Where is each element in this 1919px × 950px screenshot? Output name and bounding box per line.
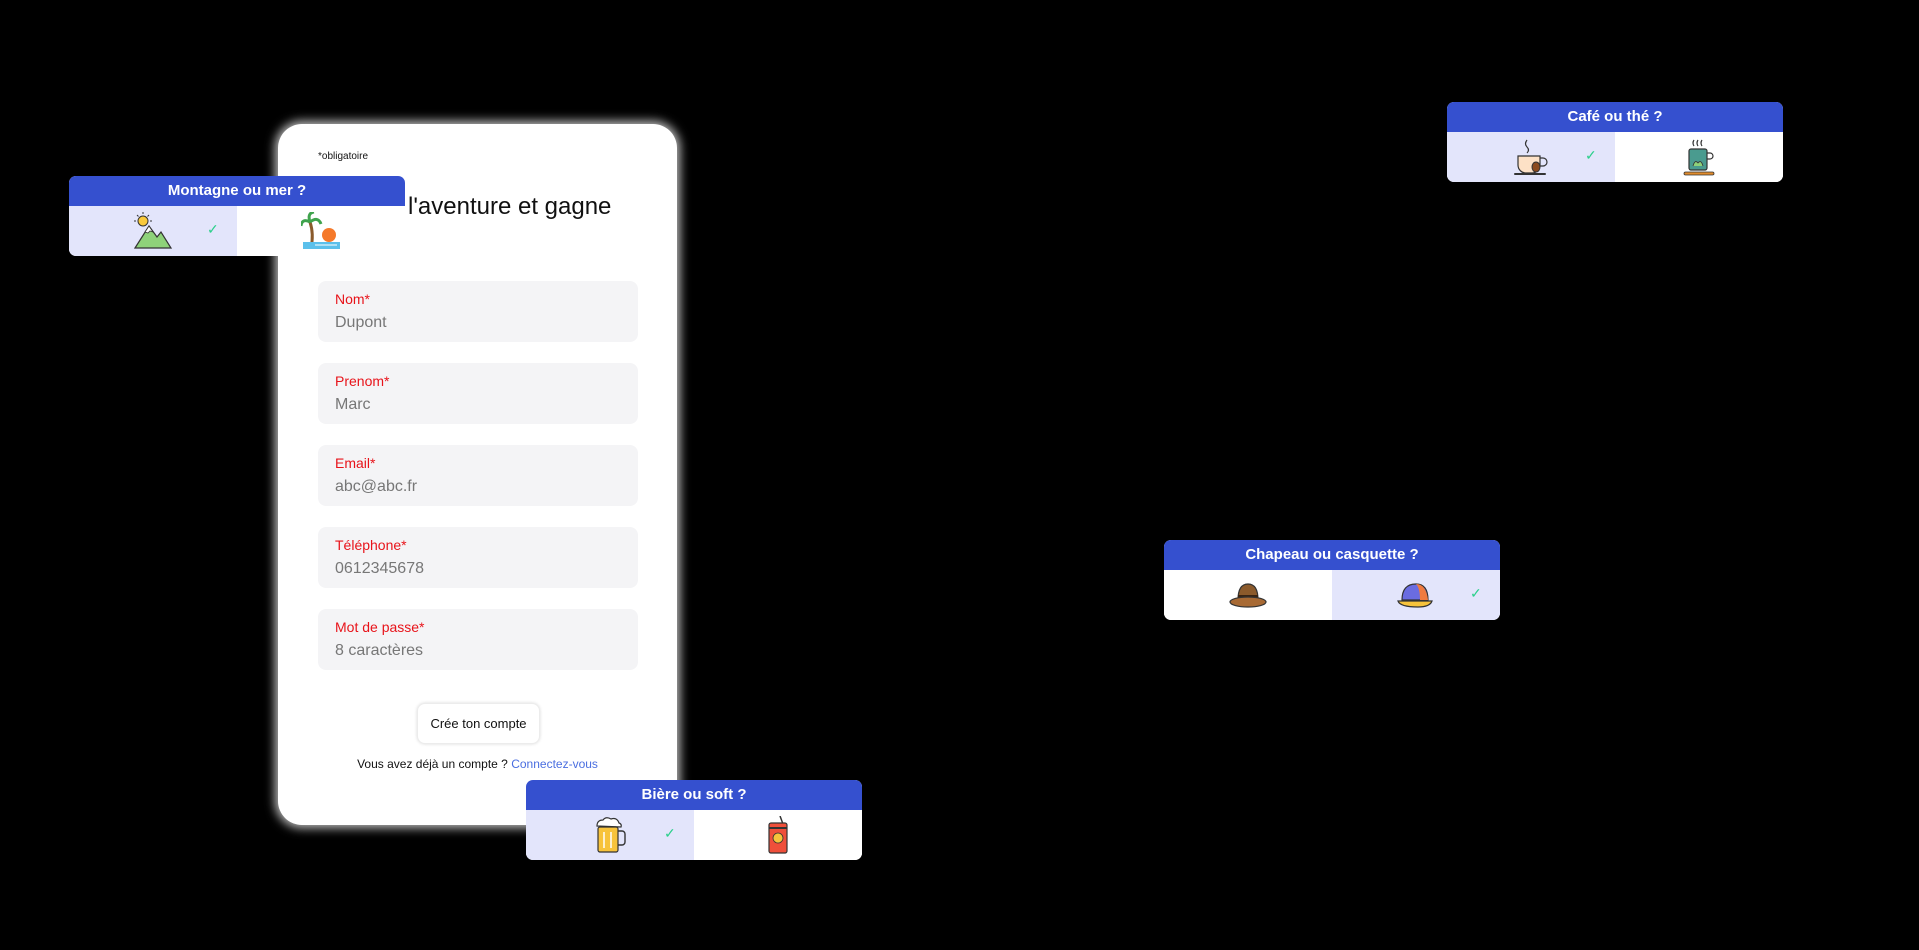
tea-glass-icon: [1683, 139, 1715, 176]
prenom-input[interactable]: [335, 396, 620, 414]
quiz-beer-soft: Bière ou soft ? ✓: [526, 780, 862, 860]
quiz-option-soft[interactable]: [694, 810, 862, 860]
quiz-option-coffee[interactable]: ✓: [1447, 132, 1615, 182]
check-icon: ✓: [207, 221, 219, 237]
email-field[interactable]: Email*: [318, 445, 638, 506]
login-link[interactable]: Connectez-vous: [511, 757, 598, 771]
quiz-option-tea[interactable]: [1615, 132, 1783, 182]
nom-field[interactable]: Nom*: [318, 281, 638, 342]
prenom-label: Prenom*: [335, 373, 390, 389]
quiz-title: Bière ou soft ?: [526, 780, 862, 810]
check-icon: ✓: [664, 825, 676, 841]
soda-can-icon: [768, 816, 788, 854]
nom-label: Nom*: [335, 291, 371, 307]
quiz-option-mountain[interactable]: ✓: [69, 206, 237, 256]
create-account-button[interactable]: Crée ton compte: [417, 703, 540, 744]
required-note: *obligatoire: [318, 151, 369, 162]
quiz-option-sea[interactable]: [237, 206, 405, 256]
palm-beach-icon: [301, 212, 340, 249]
nom-input[interactable]: [335, 314, 620, 332]
telephone-label: Téléphone*: [335, 537, 407, 553]
prenom-field[interactable]: Prenom*: [318, 363, 638, 424]
telephone-input[interactable]: [335, 560, 620, 578]
telephone-field[interactable]: Téléphone*: [318, 527, 638, 588]
password-input[interactable]: [335, 642, 620, 660]
cap-icon: [1397, 583, 1433, 608]
mountain-sun-icon: [133, 212, 173, 249]
quiz-option-beer[interactable]: ✓: [526, 810, 694, 860]
check-icon: ✓: [1585, 147, 1597, 163]
quiz-title: Montagne ou mer ?: [69, 176, 405, 206]
quiz-option-hat[interactable]: [1164, 570, 1332, 620]
login-prompt-text: Vous avez déjà un compte ?: [357, 757, 508, 771]
check-icon: ✓: [1470, 585, 1482, 601]
quiz-title: Café ou thé ?: [1447, 102, 1783, 132]
coffee-cup-icon: [1514, 139, 1548, 175]
quiz-mountain-sea: Montagne ou mer ? ✓: [69, 176, 405, 256]
hat-icon: [1229, 583, 1267, 608]
password-label: Mot de passe*: [335, 619, 425, 635]
password-field[interactable]: Mot de passe*: [318, 609, 638, 670]
login-prompt-line: Vous avez déjà un compte ? Connectez-vou…: [278, 757, 677, 771]
email-input[interactable]: [335, 478, 620, 496]
email-label: Email*: [335, 455, 376, 471]
quiz-option-cap[interactable]: ✓: [1332, 570, 1500, 620]
beer-mug-icon: [596, 817, 626, 853]
quiz-title: Chapeau ou casquette ?: [1164, 540, 1500, 570]
quiz-coffee-tea: Café ou thé ? ✓: [1447, 102, 1783, 182]
quiz-hat-cap: Chapeau ou casquette ? ✓: [1164, 540, 1500, 620]
